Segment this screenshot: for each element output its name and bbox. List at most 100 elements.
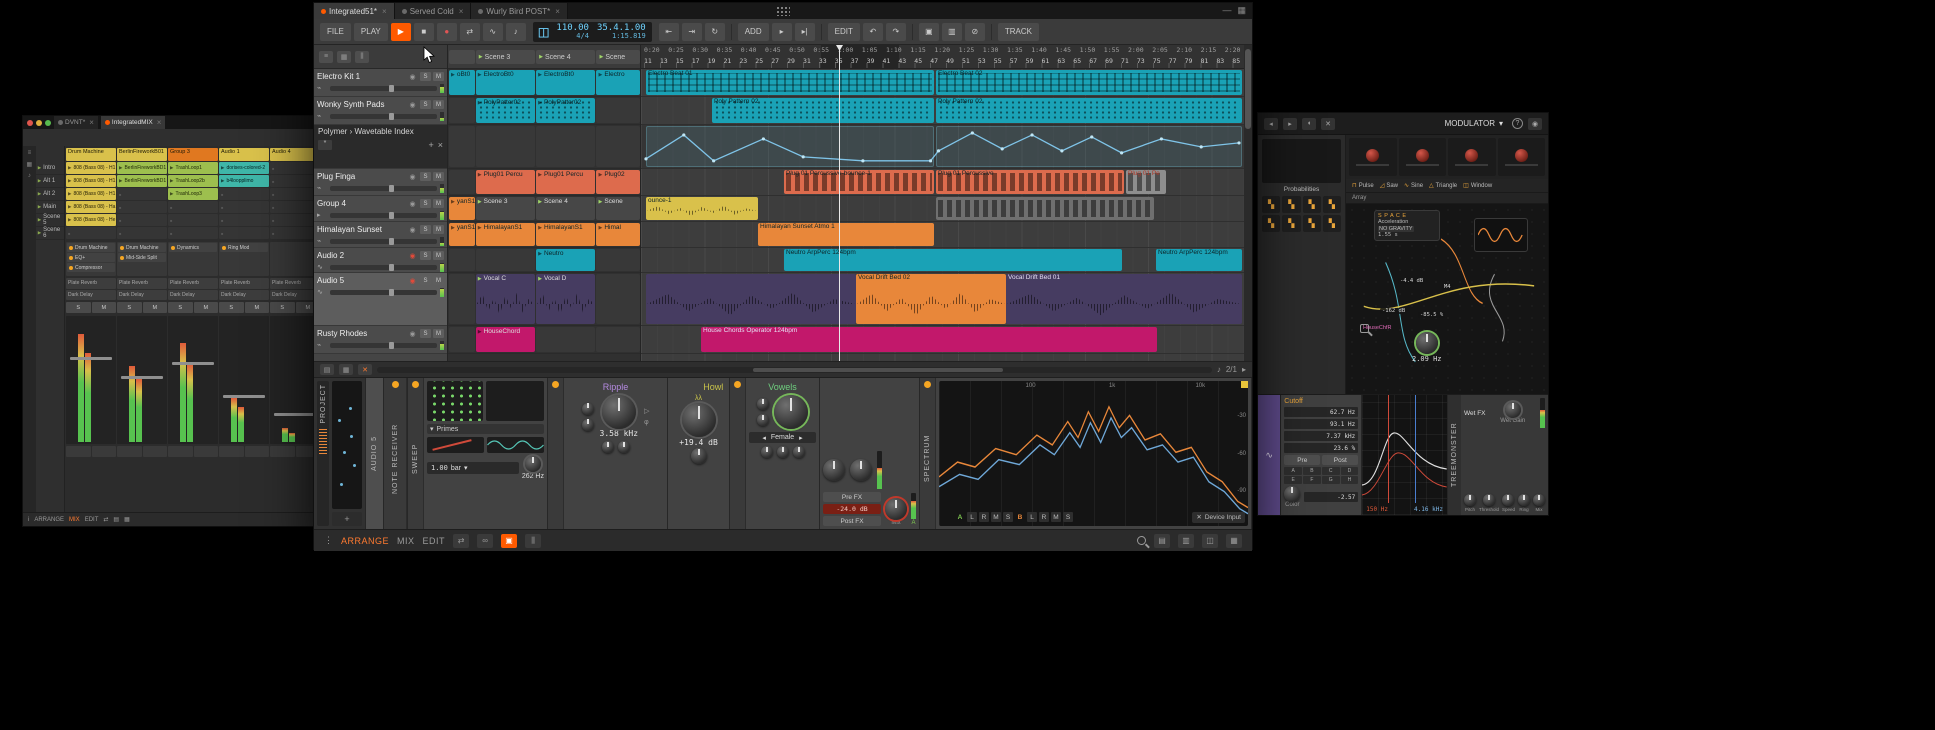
slot-letter-e[interactable]: E (1284, 476, 1302, 484)
channel-m-button[interactable]: M (991, 512, 1001, 522)
formant-knob[interactable] (777, 446, 789, 458)
empty-clip-slot[interactable] (536, 327, 595, 352)
slot-letter-g[interactable]: G (1322, 476, 1340, 484)
module-primes-header[interactable]: ▾Primes (427, 424, 544, 434)
node-value-chip[interactable]: -85.5 % (1418, 312, 1445, 318)
record-arm-button[interactable]: ◉ (407, 199, 418, 208)
voice-selector[interactable]: ◂Female▸ (749, 432, 816, 443)
fader-handle[interactable] (389, 212, 394, 219)
slot-letter-b[interactable]: B (1303, 467, 1321, 475)
arranger-clip[interactable]: Neutro ArpPerc 124bpm (784, 249, 1122, 271)
filter-value-row[interactable]: 23.6 % (1284, 443, 1358, 453)
mute-button[interactable]: M (433, 72, 444, 81)
record-arm-button[interactable]: ◉ (407, 251, 418, 260)
playhead[interactable] (839, 45, 840, 361)
filter-value-row[interactable]: 7.37 kHz (1284, 431, 1358, 441)
clip-launcher-cell[interactable]: ▶PolyPatter02 (536, 98, 595, 123)
empty-clip-slot[interactable] (449, 274, 475, 324)
scene-header[interactable]: ▶Scene (596, 50, 640, 64)
arranger-lane[interactable]: House Chords Operator 124bpm (641, 326, 1244, 354)
empty-clip-slot[interactable]: ■ (168, 214, 218, 226)
clip-launcher-cell[interactable]: ▶Himal (596, 223, 640, 246)
device-ripple[interactable]: Ripple 3.58 kHz ▷ φ (548, 378, 668, 529)
device-item[interactable]: EQ+ (67, 253, 115, 262)
play-menu-button[interactable]: PLAY (354, 23, 388, 41)
automation-curve[interactable] (641, 125, 1244, 169)
solo-button[interactable]: S (420, 72, 431, 81)
device-enable-dot[interactable] (171, 246, 175, 250)
duplicate-button[interactable]: ▥ (942, 23, 962, 41)
modulator-knob[interactable] (1515, 149, 1528, 162)
stop-button[interactable]: ■ (414, 23, 434, 41)
scene-play-icon[interactable]: ▶ (38, 178, 41, 184)
forward-icon[interactable]: ▸ (1283, 118, 1297, 130)
clip-launcher-cell[interactable]: ▶808 (Bass 08) - H1 (66, 162, 116, 174)
scene-header[interactable]: ▶Scene 3 (476, 50, 535, 64)
punch-out-button[interactable]: ⇥ (682, 23, 702, 41)
track-list-icon[interactable]: ≡ (319, 51, 333, 63)
drive-knob[interactable] (618, 441, 630, 453)
clip-launcher-cell[interactable]: ▶808 (Bass 08) - He (66, 214, 116, 226)
lfo-rate-box[interactable]: 1.00bar▾ (427, 462, 519, 474)
tab-dvnt[interactable]: DVNT*× (54, 116, 98, 129)
next-icon[interactable]: ▸ (799, 434, 803, 442)
clip-launcher-cell[interactable]: ▶oBt0 (449, 70, 475, 95)
device-treemonster[interactable]: TREEMONSTER Wet FX Wet Gain PitchThresho… (1448, 395, 1548, 515)
io-routing-icon[interactable]: ⇄ (453, 534, 469, 548)
device-enable-dot[interactable] (222, 246, 226, 250)
pre-fx-button[interactable]: Pre FX (823, 492, 881, 502)
solo-button[interactable]: S (420, 172, 431, 181)
clip-launcher-cell[interactable]: ▶TrashLoop2b (168, 175, 218, 187)
pre-button[interactable]: Pre (1284, 455, 1320, 465)
crossfade-a[interactable] (168, 446, 193, 457)
project-tab[interactable]: PROJECT (320, 384, 327, 424)
scene-item[interactable]: ▶Scene 5 (36, 214, 64, 227)
crossfade-a[interactable] (117, 446, 142, 457)
arranger-clip[interactable] (936, 197, 1154, 220)
automation-tab[interactable]: * (318, 140, 332, 150)
clip-launcher-cell[interactable]: ▶b4loopplimo (219, 175, 269, 187)
clip-launcher-cell[interactable]: ▶808 (Bass 08) - H1 (66, 175, 116, 187)
zoom-level[interactable]: 2/1 (1226, 365, 1237, 374)
input-selector[interactable]: ✕Device Input (1192, 512, 1245, 523)
phase-icon[interactable]: φ (644, 419, 649, 426)
vertical-scrollbar[interactable] (1244, 45, 1252, 361)
mute-button[interactable]: M (194, 302, 219, 313)
clip-launcher-cell[interactable]: ▶BerlinFireworkBD1 (117, 162, 167, 174)
view-edit[interactable]: EDIT (423, 536, 446, 546)
scene-item[interactable]: ▶Intro (36, 162, 64, 175)
empty-clip-slot[interactable] (596, 98, 640, 123)
source-a-label[interactable]: A (955, 512, 965, 522)
clip-launcher-cell[interactable]: ▶Scene 3 (476, 197, 535, 220)
lane-list-icon[interactable]: ▤ (320, 364, 334, 375)
scene-header[interactable]: ▶Scene 4 (536, 50, 595, 64)
formant-knob[interactable] (761, 446, 773, 458)
track-row[interactable]: Audio 5◉SM∿ (314, 273, 447, 326)
clip-launcher-cell[interactable]: ▶ElectroBt0 (536, 70, 595, 95)
arranger-clip[interactable]: Poly Pattern 02 (936, 98, 1242, 123)
rate-knob[interactable] (1416, 332, 1438, 354)
wave-category-sine[interactable]: ∿Sine (1404, 182, 1423, 189)
record-arm-button[interactable]: ◉ (407, 225, 418, 234)
device-item[interactable]: Mid-Side Split (118, 253, 166, 262)
slot-letter-h[interactable]: H (1341, 476, 1359, 484)
minimize-button[interactable] (36, 120, 42, 126)
redo-button[interactable]: ↷ (886, 23, 906, 41)
empty-clip-slot[interactable] (449, 327, 475, 352)
scene-item[interactable]: ▶Alt 1 (36, 175, 64, 188)
slot-letter-f[interactable]: F (1303, 476, 1321, 484)
modulator-knob[interactable] (1416, 149, 1429, 162)
filter-value-row[interactable]: 93.1 Hz (1284, 419, 1358, 429)
arranger-lane[interactable]: Electro Beat 01Electro Beat 02 (641, 69, 1244, 97)
empty-clip-slot[interactable] (596, 249, 640, 271)
lfo-wave-display[interactable] (487, 437, 544, 453)
modulator-knob[interactable] (1366, 149, 1379, 162)
node-value-chip[interactable]: -162 dB (1380, 308, 1407, 314)
scene-play-icon[interactable]: ▶ (38, 204, 41, 210)
empty-clip-slot[interactable]: ■ (168, 201, 218, 213)
device-sweep[interactable]: SWEEP ▾Primes 1.00bar▾ (408, 378, 548, 529)
clipboard-icon[interactable]: ▤ (113, 516, 119, 523)
mute-button[interactable]: M (92, 302, 117, 313)
metronome-button[interactable]: ♪ (506, 23, 526, 41)
cutoff-knob[interactable] (602, 395, 636, 429)
